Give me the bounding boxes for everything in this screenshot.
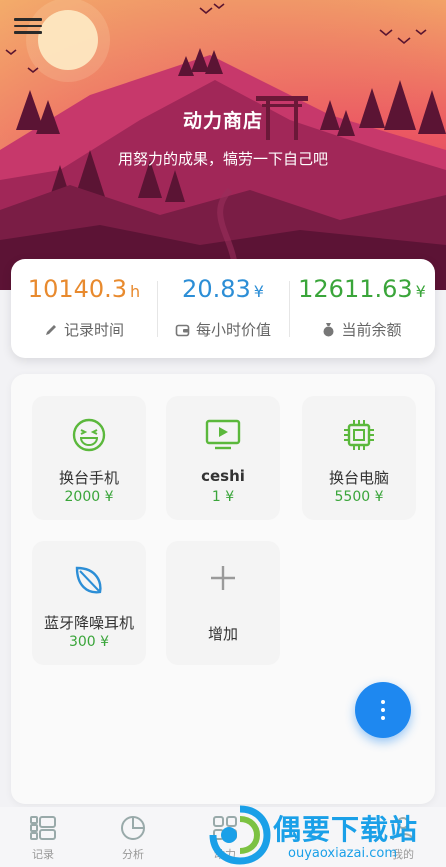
watermark: 偶要下载站 ouyaoxiazai.com — [205, 800, 446, 867]
cpu-chip-icon — [344, 420, 374, 450]
icon-wrap — [32, 563, 146, 597]
item-price: 5500 ¥ — [334, 489, 384, 505]
plus-icon — [211, 566, 235, 590]
page-title: 动力商店 — [182, 110, 263, 132]
sunset-landscape-illustration — [0, 0, 446, 290]
item-price: 1 ¥ — [211, 489, 235, 505]
nav-item-record[interactable]: 记录 — [13, 813, 73, 862]
add-item-button[interactable]: 增加 — [166, 541, 280, 665]
item-name: 换台手机 — [58, 469, 119, 487]
icon-wrap — [166, 563, 280, 597]
money-bag-icon — [323, 323, 334, 337]
icon-wrap — [302, 418, 416, 452]
stat-label: 当前余额 — [289, 319, 435, 340]
menu-line — [14, 18, 42, 21]
reward-item[interactable]: 蓝牙降噪耳机 300 ¥ — [32, 541, 146, 665]
more-vertical-icon — [381, 700, 385, 704]
stat-balance: 12611.63 ¥ 当前余额 — [289, 259, 435, 358]
stat-value: 12611.63 ¥ — [298, 275, 426, 303]
pie-chart-icon — [121, 816, 145, 840]
watermark-title: 偶要下载站 — [273, 813, 419, 846]
stat-label: 记录时间 — [11, 319, 157, 340]
rewards-panel: 换台手机 2000 ¥ ceshi 1 ¥ 换台电脑 5500 ¥ 蓝牙降噪耳机… — [11, 374, 435, 804]
stat-record-time: 10140.3 h 记录时间 — [11, 259, 157, 358]
item-price: 2000 ¥ — [64, 489, 114, 505]
nav-item-analysis[interactable]: 分析 — [103, 813, 163, 862]
more-options-button[interactable] — [355, 682, 411, 738]
more-vertical-icon — [381, 708, 385, 712]
item-price: 300 ¥ — [68, 634, 110, 650]
menu-icon[interactable] — [14, 14, 42, 38]
leaf-icon — [75, 566, 102, 594]
reward-item[interactable]: 换台电脑 5500 ¥ — [302, 396, 416, 520]
add-item-label: 增加 — [207, 625, 238, 643]
watermark-logo-icon — [209, 805, 271, 865]
reward-item[interactable]: 换台手机 2000 ¥ — [32, 396, 146, 520]
pencil-icon — [45, 325, 56, 335]
nav-label: 分析 — [122, 848, 144, 861]
stat-label: 每小时价值 — [157, 319, 289, 340]
header-banner: 动力商店 用努力的成果，犒劳一下自己吧 — [0, 0, 446, 290]
menu-line — [14, 24, 42, 27]
stat-value: 10140.3 h — [27, 275, 141, 303]
list-icon — [30, 816, 56, 840]
wallet-icon — [175, 324, 190, 337]
stat-value: 20.83 ¥ — [182, 275, 264, 303]
laughing-face-icon — [72, 418, 106, 452]
icon-wrap — [32, 418, 146, 452]
tv-play-icon — [205, 419, 241, 450]
more-vertical-icon — [381, 716, 385, 720]
item-name: ceshi — [201, 467, 245, 485]
menu-line — [14, 31, 42, 34]
stat-hourly-value: 20.83 ¥ 每小时价值 — [157, 259, 289, 358]
item-name: 蓝牙降噪耳机 — [43, 614, 134, 632]
reward-item[interactable]: ceshi 1 ¥ — [166, 396, 280, 520]
stats-card: 10140.3 h 记录时间 20.83 ¥ 每小时价值 12611.63 ¥ 当前余… — [11, 259, 435, 358]
page-subtitle: 用努力的成果，犒劳一下自己吧 — [117, 150, 328, 168]
nav-label: 记录 — [32, 848, 54, 861]
icon-wrap — [166, 418, 280, 452]
item-name: 换台电脑 — [328, 469, 389, 487]
watermark-url: ouyaoxiazai.com — [288, 846, 397, 861]
